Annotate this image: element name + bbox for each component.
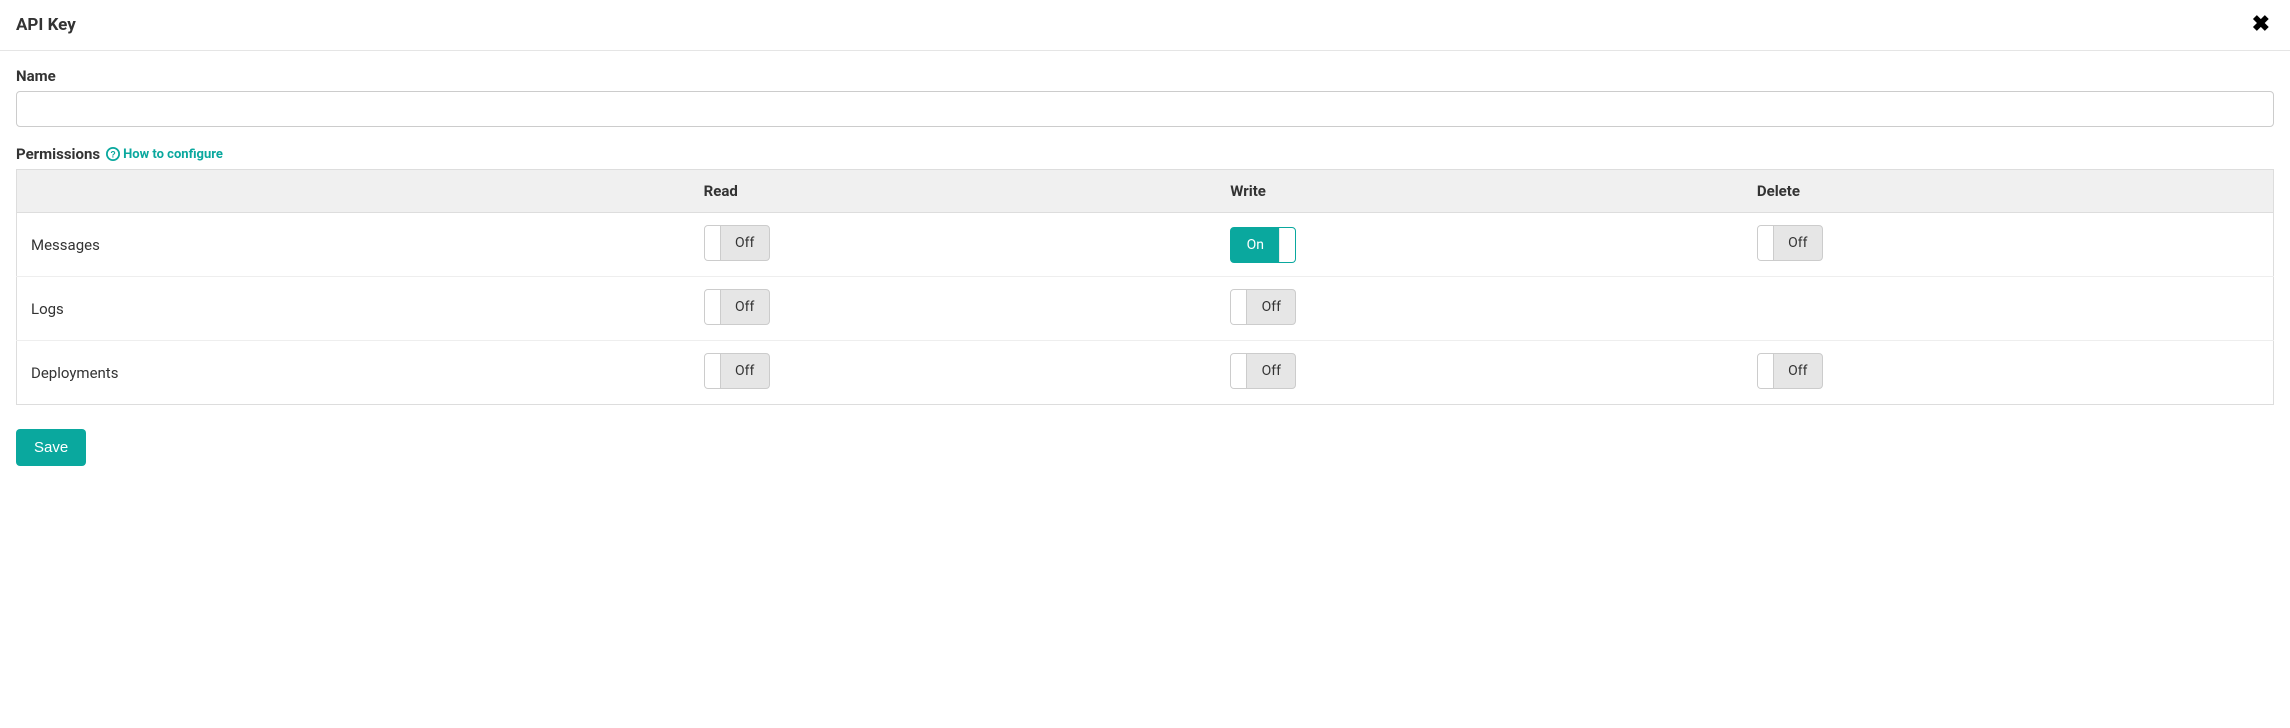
permissions-label: Permissions ? How to configure — [16, 145, 2274, 163]
toggle-messages-read[interactable]: Off — [704, 225, 770, 261]
cell-read: Off — [694, 277, 1221, 341]
toggle-deployments-read[interactable]: Off — [704, 353, 770, 389]
cell-write: Off — [1220, 277, 1747, 341]
toggle-logs-read[interactable]: Off — [704, 289, 770, 325]
toggle-knob — [1758, 354, 1774, 388]
modal-body: Name Permissions ? How to configure Read… — [0, 51, 2290, 413]
col-delete: Delete — [1747, 170, 2274, 213]
toggle-knob — [1231, 354, 1247, 388]
toggle-deployments-write[interactable]: Off — [1230, 353, 1296, 389]
toggle-knob — [705, 226, 721, 260]
how-to-configure-link[interactable]: ? How to configure — [106, 147, 223, 162]
toggle-knob — [1279, 228, 1295, 262]
toggle-deployments-delete[interactable]: Off — [1757, 353, 1823, 389]
permissions-label-text: Permissions — [16, 145, 100, 163]
cell-write: On — [1220, 213, 1747, 277]
toggle-label: On — [1231, 237, 1279, 253]
help-icon: ? — [106, 147, 120, 161]
table-row: Messages Off On Off — [17, 213, 2274, 277]
cell-delete: Off — [1747, 341, 2274, 405]
cell-delete — [1747, 277, 2274, 341]
toggle-knob — [705, 290, 721, 324]
table-row: Deployments Off Off Off — [17, 341, 2274, 405]
toggle-label: Off — [721, 235, 769, 251]
toggle-label: Off — [1774, 363, 1822, 379]
table-row: Logs Off Off — [17, 277, 2274, 341]
cell-read: Off — [694, 341, 1221, 405]
svg-text:?: ? — [110, 150, 115, 160]
toggle-messages-write[interactable]: On — [1230, 227, 1296, 263]
name-input[interactable] — [16, 91, 2274, 127]
help-link-text: How to configure — [123, 147, 223, 162]
modal-footer: Save — [0, 413, 2290, 482]
permissions-table: Read Write Delete Messages Off On Off Logs Of… — [16, 169, 2274, 405]
toggle-label: Off — [721, 363, 769, 379]
toggle-label: Off — [1247, 363, 1295, 379]
toggle-messages-delete[interactable]: Off — [1757, 225, 1823, 261]
toggle-knob — [1231, 290, 1247, 324]
cell-write: Off — [1220, 341, 1747, 405]
resource-name: Messages — [17, 213, 694, 277]
col-write: Write — [1220, 170, 1747, 213]
permissions-header-row: Read Write Delete — [17, 170, 2274, 213]
save-button[interactable]: Save — [16, 429, 86, 466]
toggle-label: Off — [1247, 299, 1295, 315]
cell-delete: Off — [1747, 213, 2274, 277]
resource-name: Deployments — [17, 341, 694, 405]
modal-header: API Key ✖ — [0, 0, 2290, 51]
close-icon[interactable]: ✖ — [2248, 14, 2274, 36]
toggle-knob — [1758, 226, 1774, 260]
toggle-logs-write[interactable]: Off — [1230, 289, 1296, 325]
api-key-modal: API Key ✖ Name Permissions ? How to conf… — [0, 0, 2290, 482]
toggle-label: Off — [1774, 235, 1822, 251]
col-resource — [17, 170, 694, 213]
toggle-label: Off — [721, 299, 769, 315]
resource-name: Logs — [17, 277, 694, 341]
name-label: Name — [16, 67, 2274, 85]
modal-title: API Key — [16, 15, 76, 35]
cell-read: Off — [694, 213, 1221, 277]
toggle-knob — [705, 354, 721, 388]
col-read: Read — [694, 170, 1221, 213]
